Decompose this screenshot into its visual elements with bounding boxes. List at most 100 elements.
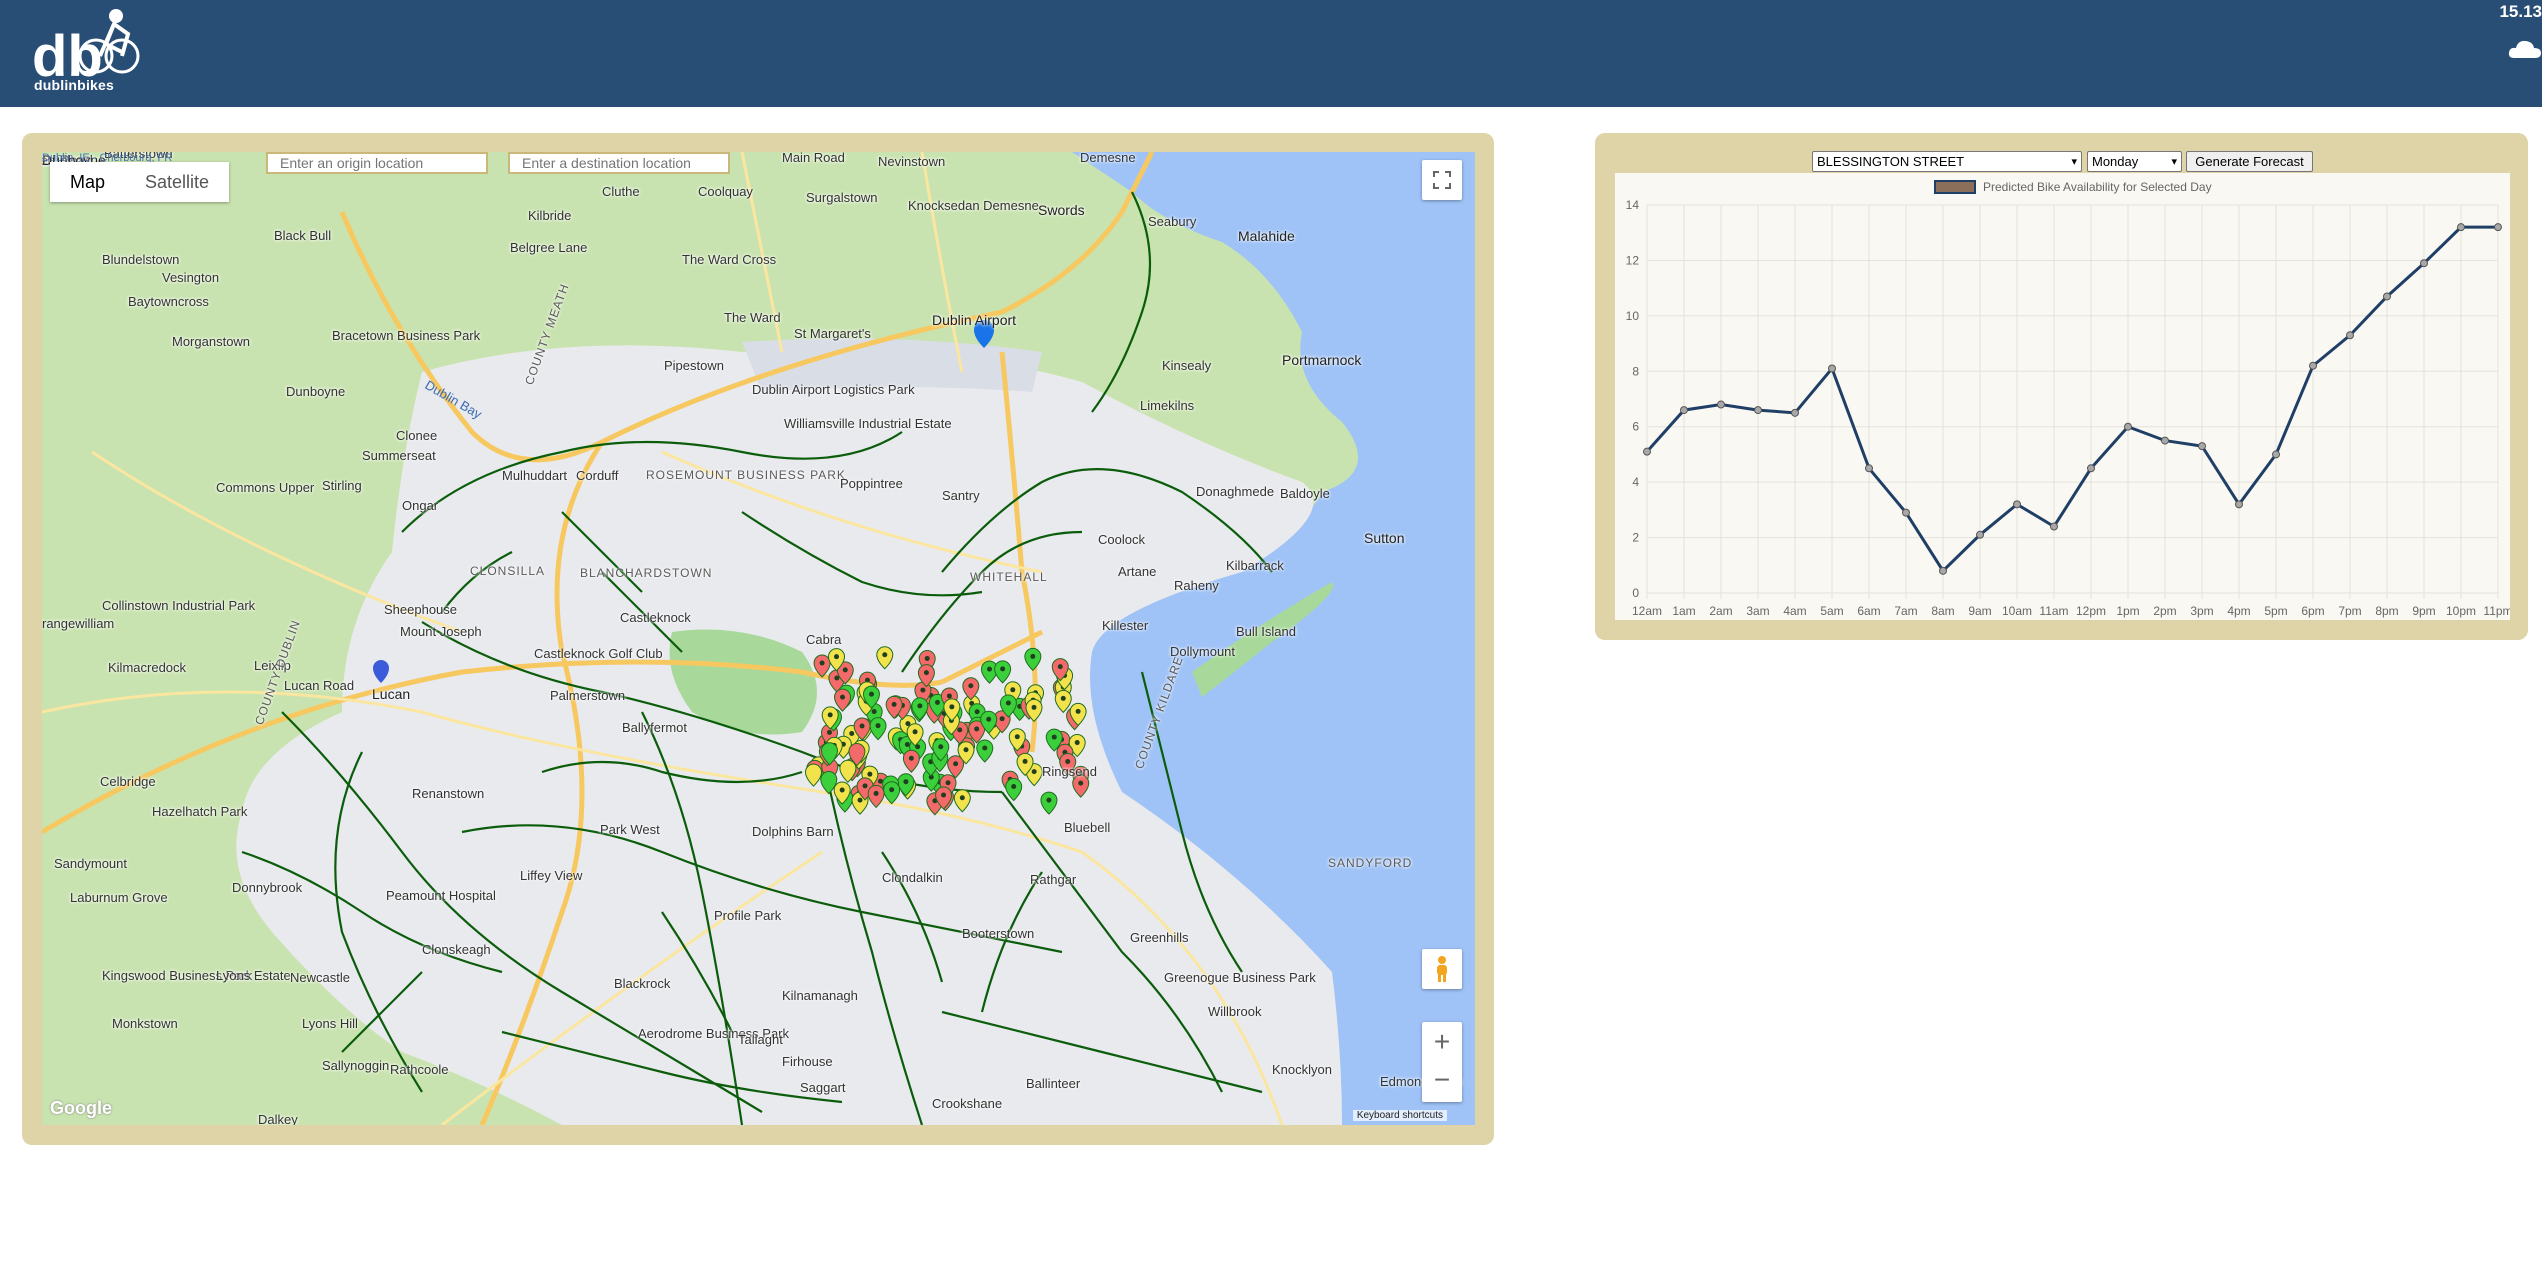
data-point[interactable] — [2272, 450, 2280, 459]
google-logo[interactable]: Google — [50, 1098, 112, 1119]
map-place-label: Lucan — [372, 686, 411, 702]
station-marker-dot — [827, 729, 833, 735]
station-marker-icon[interactable] — [1024, 648, 1042, 672]
legend-label: Predicted Bike Availability for Selected… — [1983, 180, 2212, 194]
map-place-label: Laburnum Grove — [70, 890, 168, 905]
data-point[interactable] — [2124, 422, 2132, 431]
bike-station-map[interactable]: ed Road Batterstown Dunboyne Main Road Nevin… — [42, 152, 1475, 1125]
zoom-in-button[interactable]: + — [1434, 1022, 1450, 1062]
station-marker-icon[interactable] — [1005, 778, 1023, 802]
map-type-map[interactable]: Map — [50, 162, 125, 202]
street-view-button[interactable] — [1422, 949, 1462, 989]
map-place-label: The Ward Cross — [682, 252, 777, 267]
data-point[interactable] — [2198, 442, 2206, 451]
map-place-label: Limekilns — [1140, 398, 1195, 413]
map-place-label: Artane — [1118, 564, 1157, 579]
station-marker-icon[interactable] — [1040, 791, 1058, 815]
data-point[interactable] — [2309, 361, 2317, 370]
map-place-label: Bull Island — [1236, 624, 1296, 639]
fullscreen-button[interactable] — [1422, 160, 1462, 200]
station-marker-icon[interactable] — [805, 763, 823, 787]
data-point[interactable] — [1976, 530, 1984, 539]
station-select[interactable]: BLESSINGTON STREET ▾ — [1812, 151, 2082, 172]
data-point[interactable] — [2494, 223, 2502, 232]
keyboard-shortcuts-link[interactable]: Keyboard shortcuts — [1352, 1110, 1447, 1121]
station-marker-icon[interactable] — [869, 717, 887, 741]
data-point[interactable] — [1643, 447, 1651, 456]
map-place-label: Sheephouse — [384, 602, 458, 617]
map-type-control[interactable]: Map Satellite — [50, 162, 230, 202]
map-place-label: Castleknock Golf Club — [534, 646, 663, 661]
station-marker-icon[interactable] — [834, 688, 852, 712]
station-marker-dot — [923, 670, 929, 676]
data-point[interactable] — [2346, 331, 2354, 340]
data-point[interactable] — [2235, 500, 2243, 509]
map-place-label: Dublin Airport — [932, 312, 1017, 328]
station-marker-dot — [891, 701, 897, 707]
station-marker-icon[interactable] — [813, 654, 831, 678]
origin-location-input[interactable] — [266, 152, 488, 174]
x-tick-label: 5pm — [2264, 604, 2287, 618]
station-marker-dot — [842, 667, 848, 673]
station-marker-dot — [957, 727, 963, 733]
data-point[interactable] — [1680, 406, 1688, 415]
data-point[interactable] — [1717, 400, 1725, 409]
map-place-label: Clonskeagh — [422, 942, 491, 957]
data-point[interactable] — [2457, 223, 2465, 232]
data-point[interactable] — [1865, 464, 1873, 473]
map-place-label: BLANCHARDSTOWN — [580, 566, 713, 580]
station-marker-icon[interactable] — [953, 789, 971, 813]
station-marker-icon[interactable] — [1054, 689, 1072, 714]
station-marker-dot — [849, 731, 855, 737]
destination-location-input[interactable] — [508, 152, 730, 174]
data-point[interactable] — [1754, 406, 1762, 415]
data-point[interactable] — [1939, 566, 1947, 575]
data-point[interactable] — [1828, 364, 1836, 373]
map-place-label: The Ward — [724, 310, 781, 325]
map-place-label: Kilbride — [528, 208, 572, 223]
map-place-label: Bluebell — [1064, 820, 1111, 835]
station-marker-dot — [1022, 758, 1028, 764]
data-point[interactable] — [2087, 464, 2095, 473]
map-place-label: Blackrock — [614, 976, 671, 991]
map-place-label: Mulhuddart — [502, 468, 568, 483]
day-select[interactable]: Monday ▾ — [2087, 151, 2182, 172]
station-marker-icon[interactable] — [976, 739, 994, 763]
station-marker-dot — [834, 654, 840, 660]
zoom-out-button[interactable]: − — [1434, 1062, 1450, 1102]
map-place-label: St Margaret's — [794, 326, 871, 341]
station-marker-dot — [857, 797, 863, 803]
data-point[interactable] — [2420, 259, 2428, 268]
station-marker-icon[interactable] — [876, 646, 894, 670]
top-header: db dublinbikes 15.13 — [0, 0, 2542, 107]
station-marker-icon[interactable] — [902, 749, 920, 773]
x-tick-label: 2pm — [2153, 604, 2176, 618]
map-place-label: Liffey View — [520, 868, 583, 883]
y-tick-label: 4 — [1632, 475, 1639, 489]
map-place-label: Vesington — [162, 270, 220, 285]
station-marker-dot — [1000, 666, 1006, 672]
x-tick-label: 12am — [1632, 604, 1662, 618]
data-point[interactable] — [1791, 408, 1799, 417]
data-point[interactable] — [1902, 508, 1910, 517]
data-point[interactable] — [2383, 292, 2391, 301]
map-type-satellite[interactable]: Satellite — [125, 162, 229, 202]
station-marker-icon[interactable] — [867, 785, 885, 809]
generate-forecast-button[interactable]: Generate Forecast — [2186, 151, 2313, 172]
map-place-label: Williamsville Industrial Estate — [784, 416, 952, 431]
station-marker-icon[interactable] — [883, 781, 901, 805]
data-point[interactable] — [2161, 436, 2169, 445]
map-place-label: Bracetown Business Park — [332, 328, 481, 343]
availability-series-line — [1645, 225, 2498, 574]
station-marker-dot — [862, 783, 868, 789]
station-marker-icon[interactable] — [994, 660, 1012, 684]
map-place-label: Donaghmede — [1196, 484, 1275, 499]
data-point[interactable] — [2050, 522, 2058, 531]
legend-swatch — [1934, 180, 1976, 194]
station-marker-dot — [882, 652, 888, 658]
map-place-label: Knocklyon — [1272, 1062, 1332, 1077]
station-marker-dot — [1031, 769, 1037, 775]
map-place-label: Ongar — [402, 498, 439, 513]
station-marker-dot — [903, 779, 909, 785]
data-point[interactable] — [2013, 500, 2021, 509]
